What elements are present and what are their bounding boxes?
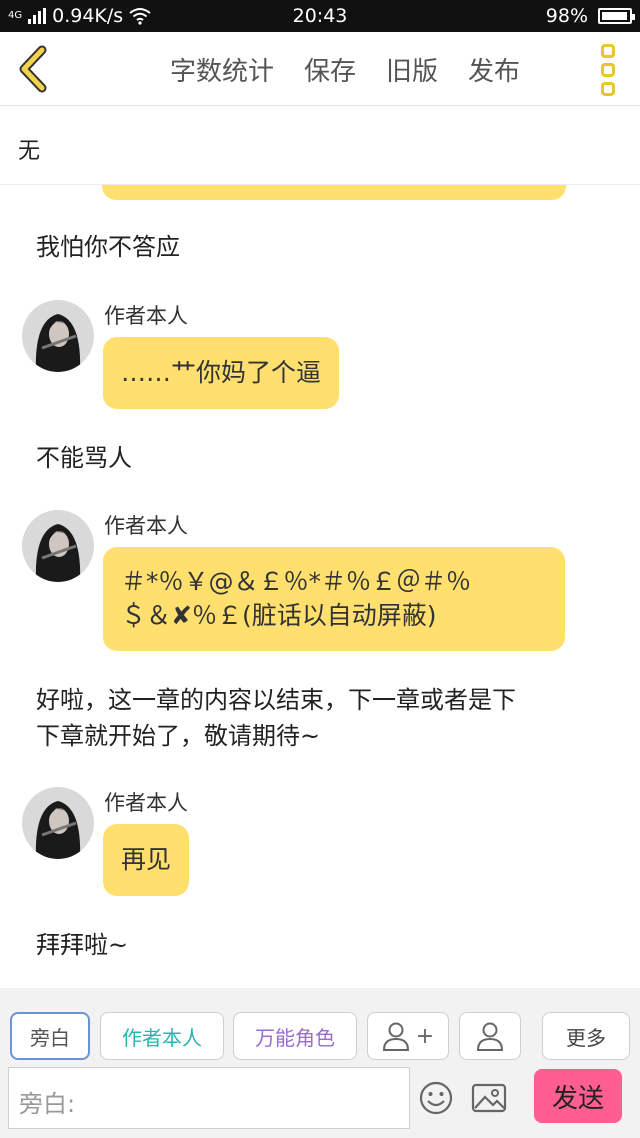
narration-line: 下章就开始了，敬请期待~ [36, 722, 321, 750]
person-icon [476, 1022, 504, 1051]
more-label: 更多 [566, 1025, 606, 1050]
publish-button[interactable]: 发布 [468, 51, 520, 88]
message-text: 再见 [121, 845, 172, 874]
chapter-title-bar[interactable]: 无 [0, 107, 640, 185]
chat-area[interactable]: 我怕你不答应 作者本人 ……艹你妈了个逼 不能骂人 作者本人 ＃*％￥@＆￡％*… [0, 185, 640, 988]
message-input[interactable]: 旁白: [8, 1067, 410, 1129]
role-author-button[interactable]: 作者本人 [100, 1012, 224, 1060]
message-bubble-cut [102, 185, 566, 200]
old-version-button[interactable]: 旧版 [386, 51, 438, 88]
role-narration-button[interactable]: 旁白 [10, 1012, 90, 1060]
avatar[interactable] [22, 510, 94, 582]
back-arrow-icon[interactable] [14, 44, 54, 94]
status-right: 98% [545, 5, 635, 27]
compose-toolbar: 旁白 作者本人 万能角色 + 更多 旁白: 发送 [0, 988, 640, 1138]
plus-icon: + [415, 1023, 435, 1049]
message-bubble[interactable]: 再见 [103, 824, 190, 896]
message-bubble[interactable]: ＃*％￥@＆￡％*＃％￡＠＃％ ＄＆✘％￡(脏话以自动屏蔽) [103, 547, 565, 651]
role-label: 作者本人 [122, 1025, 202, 1050]
role-picker-button[interactable] [459, 1012, 521, 1060]
battery-icon [598, 8, 635, 24]
image-icon[interactable] [471, 1080, 507, 1116]
message-text: ＃*％￥@＆￡％*＃％￡＠＃％ [121, 567, 472, 596]
avatar[interactable] [22, 787, 94, 859]
speaker-name: 作者本人 [104, 514, 188, 538]
speaker-name: 作者本人 [104, 791, 188, 815]
narration-line: 好啦，这一章的内容以结束，下一章或者是下 [36, 686, 516, 714]
narration-text: 好啦，这一章的内容以结束，下一章或者是下 下章就开始了，敬请期待~ [36, 682, 516, 754]
top-actions: 字数统计 保存 旧版 发布 [170, 32, 520, 106]
battery-percent: 98% [545, 5, 588, 27]
clock: 20:43 [292, 5, 348, 27]
add-role-button[interactable]: + [367, 1012, 449, 1060]
more-button[interactable]: 更多 [542, 1012, 630, 1060]
send-label: 发送 [551, 1083, 604, 1114]
input-placeholder: 旁白: [19, 1090, 76, 1118]
message-bubble[interactable]: ……艹你妈了个逼 [103, 337, 340, 409]
narration-text: 拜拜啦~ [36, 931, 129, 959]
more-menu-icon[interactable] [598, 44, 618, 96]
person-icon [382, 1022, 409, 1051]
role-label: 旁白 [30, 1025, 70, 1050]
chapter-title: 无 [18, 139, 41, 164]
top-bar: 字数统计 保存 旧版 发布 [0, 32, 640, 106]
emoji-icon[interactable] [418, 1080, 454, 1116]
save-button[interactable]: 保存 [304, 51, 356, 88]
role-label: 万能角色 [255, 1025, 335, 1050]
word-count-button[interactable]: 字数统计 [170, 51, 274, 88]
avatar[interactable] [22, 300, 94, 372]
role-universal-button[interactable]: 万能角色 [233, 1012, 357, 1060]
narration-text: 我怕你不答应 [36, 233, 180, 261]
message-text: ……艹你妈了个逼 [121, 358, 322, 387]
status-bar: 4G 0.94K/s 20:43 98% [0, 0, 640, 32]
narration-text: 不能骂人 [36, 444, 132, 472]
speaker-name: 作者本人 [104, 304, 188, 328]
send-button[interactable]: 发送 [534, 1069, 622, 1123]
message-text: ＄＆✘％￡(脏话以自动屏蔽) [121, 601, 437, 630]
